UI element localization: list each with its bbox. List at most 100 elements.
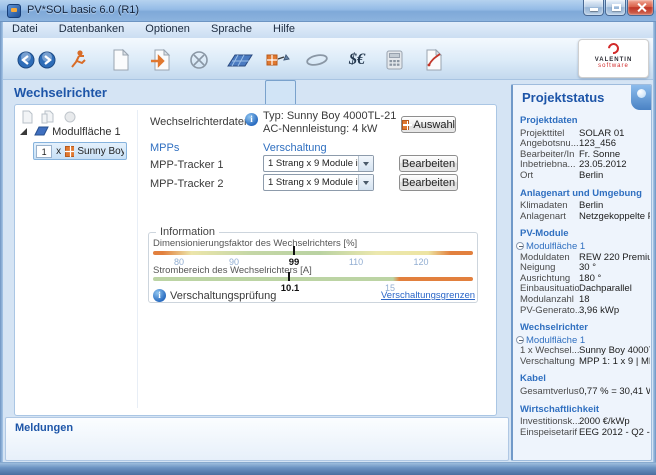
module-area-icon <box>34 126 49 136</box>
cables-icon[interactable] <box>304 46 330 74</box>
current-range-slider <box>153 277 473 281</box>
feed-in-tariff-icon[interactable]: $€ <box>344 46 370 74</box>
inverter-small-icon <box>65 146 74 157</box>
edit-tracker-2-button[interactable]: Bearbeiten <box>399 174 458 191</box>
section-wirtschaftlichkeit: Wirtschaftlichkeit <box>520 405 650 416</box>
tree-item-inverter-label: Sunny Boy... <box>77 146 124 157</box>
collapse-icon[interactable] <box>516 242 524 250</box>
page-title: Wechselrichter <box>14 85 107 100</box>
status-row: KlimadatenBerlin <box>520 201 650 212</box>
inverter-type-value: Typ: Sunny Boy 4000TL-21 <box>263 110 396 122</box>
logo-name: valentin <box>579 54 648 63</box>
minimize-button[interactable] <box>583 0 604 16</box>
select-inverter-label: Auswahl <box>413 119 455 131</box>
mpp-tracker-1-label: MPP-Tracker 1 <box>150 159 224 171</box>
status-row: Modulanzahl18 <box>520 295 650 306</box>
logo-subtitle: software <box>579 63 648 69</box>
status-row: PV-Generato...3,96 kWp <box>520 306 650 317</box>
inverter-data-label: Wechselrichterdaten <box>150 116 250 128</box>
status-row: 1 x Wechsel...Sunny Boy 4000TL-21 <box>520 346 650 357</box>
new-project-icon[interactable] <box>107 46 133 74</box>
report-icon[interactable] <box>421 46 447 74</box>
edit-tracker-1-button[interactable]: Bearbeiten <box>399 155 458 172</box>
mpp-tracker-2-label: MPP-Tracker 2 <box>150 178 224 190</box>
inverter-icon[interactable] <box>265 46 291 74</box>
calculator-icon[interactable] <box>381 46 407 74</box>
section-pv-module: PV-Module <box>520 229 650 240</box>
forward-icon[interactable] <box>34 46 60 74</box>
tick-120: 120 <box>413 257 428 267</box>
menu-datei[interactable]: Datei <box>3 22 47 35</box>
status-row: OrtBerlin <box>520 171 650 182</box>
valentin-logo: valentin software <box>578 39 649 78</box>
status-row: Bearbeiter/InFr. Sonne <box>520 150 650 161</box>
info-icon <box>153 289 166 302</box>
collapse-icon[interactable] <box>516 336 524 344</box>
tree-separator <box>137 110 138 408</box>
chevron-down-icon[interactable] <box>358 156 373 171</box>
tree-item-module-area[interactable]: Modulfläche 1 <box>20 126 121 138</box>
mpps-column-label: MPPs <box>150 142 179 154</box>
close-icon <box>637 3 646 12</box>
edit-tracker-1-label: Bearbeiten <box>402 158 455 170</box>
mpp-tracker-1-value: 1 Strang x 9 Module in Reihe <box>264 158 358 169</box>
wiring-check-label: Verschaltungsprüfung <box>170 290 276 302</box>
status-row: Gesamtverlust0,77 % = 30,41 W <box>520 387 650 398</box>
info-icon <box>245 113 258 126</box>
maximize-button[interactable] <box>605 0 626 16</box>
application-window: PV*SOL basic 6.0 (R1) Datei Datenbanken … <box>0 0 656 475</box>
copy-module-area-icon[interactable] <box>41 110 55 124</box>
project-status-title: Projektstatus <box>522 90 604 105</box>
module-area-toggle[interactable]: Modulfläche 1 <box>520 242 650 253</box>
menu-sprache[interactable]: Sprache <box>202 22 261 35</box>
title-bar[interactable]: PV*SOL basic 6.0 (R1) <box>0 0 656 22</box>
mpp-tracker-2-select[interactable]: 1 Strang x 9 Module in Reihe <box>263 174 374 191</box>
status-row: Angebotsnu...123_456 <box>520 139 650 150</box>
select-inverter-button[interactable]: Auswahl <box>401 116 456 133</box>
delete-module-area-icon[interactable] <box>64 110 76 124</box>
select-inverter-icon <box>402 120 409 130</box>
inverter-power-value: AC-Nennleistung: 4 kW <box>263 123 377 135</box>
tree-item-label: Modulfläche 1 <box>52 126 121 138</box>
climate-data-icon[interactable] <box>186 46 212 74</box>
project-data-icon[interactable] <box>65 46 91 74</box>
project-status-panel: Projektstatus Projektdaten ProjekttitelS… <box>511 84 652 461</box>
status-row: ModuldatenREW 220 Premium P... <box>520 253 650 264</box>
information-legend: Information <box>156 226 219 238</box>
status-row: AnlagenartNetzgekoppelte PV-... <box>520 212 650 223</box>
status-row: VerschaltungMPP 1: 1 x 9 | MPP ... <box>520 357 650 368</box>
minimize-icon <box>590 8 598 11</box>
open-project-icon[interactable] <box>147 46 173 74</box>
menu-optionen[interactable]: Optionen <box>136 22 199 35</box>
menu-datenbanken[interactable]: Datenbanken <box>50 22 133 35</box>
mpp-tracker-1-select[interactable]: 1 Strang x 9 Module in Reihe <box>263 155 374 172</box>
pv-modules-icon[interactable] <box>227 46 253 74</box>
add-module-area-icon[interactable] <box>21 110 33 124</box>
section-projektdaten: Projektdaten <box>520 116 650 127</box>
status-row: EinbausituationDachparallel <box>520 284 650 295</box>
project-status-body: Projektdaten ProjekttitelSOLAR 01 Angebo… <box>520 109 650 438</box>
app-icon <box>7 4 21 18</box>
collapse-panel-button[interactable] <box>631 85 651 110</box>
window-title: PV*SOL basic 6.0 (R1) <box>27 4 139 16</box>
status-row: Ausrichtung180 ° <box>520 274 650 285</box>
status-row: ProjekttitelSOLAR 01 <box>520 129 650 140</box>
menu-hilfe[interactable]: Hilfe <box>264 22 304 35</box>
module-area-toggle[interactable]: Modulfläche 1 <box>520 336 650 347</box>
wiring-limits-link[interactable]: Verschaltungsgrenzen <box>381 290 475 301</box>
tree-expander-icon[interactable] <box>20 128 27 135</box>
chevron-down-icon[interactable] <box>358 175 373 190</box>
status-row: Inbetriebna...23.05.2012 <box>520 160 650 171</box>
sizing-factor-slider <box>153 251 473 255</box>
close-button[interactable] <box>627 0 654 16</box>
sizing-factor-label: Dimensionierungsfaktor des Wechselrichte… <box>153 238 357 249</box>
status-row: Neigung30 ° <box>520 263 650 274</box>
inverter-count-input[interactable]: 1 <box>36 145 52 158</box>
section-anlagenart: Anlagenart und Umgebung <box>520 189 650 200</box>
tree-item-inverter[interactable]: 1 x Sunny Boy... <box>33 142 127 160</box>
current-value: 10.1 <box>281 283 300 294</box>
section-kabel: Kabel <box>520 374 650 385</box>
maximize-icon <box>612 4 621 11</box>
wiring-column-label: Verschaltung <box>263 142 327 154</box>
window-frame-left <box>0 22 3 462</box>
